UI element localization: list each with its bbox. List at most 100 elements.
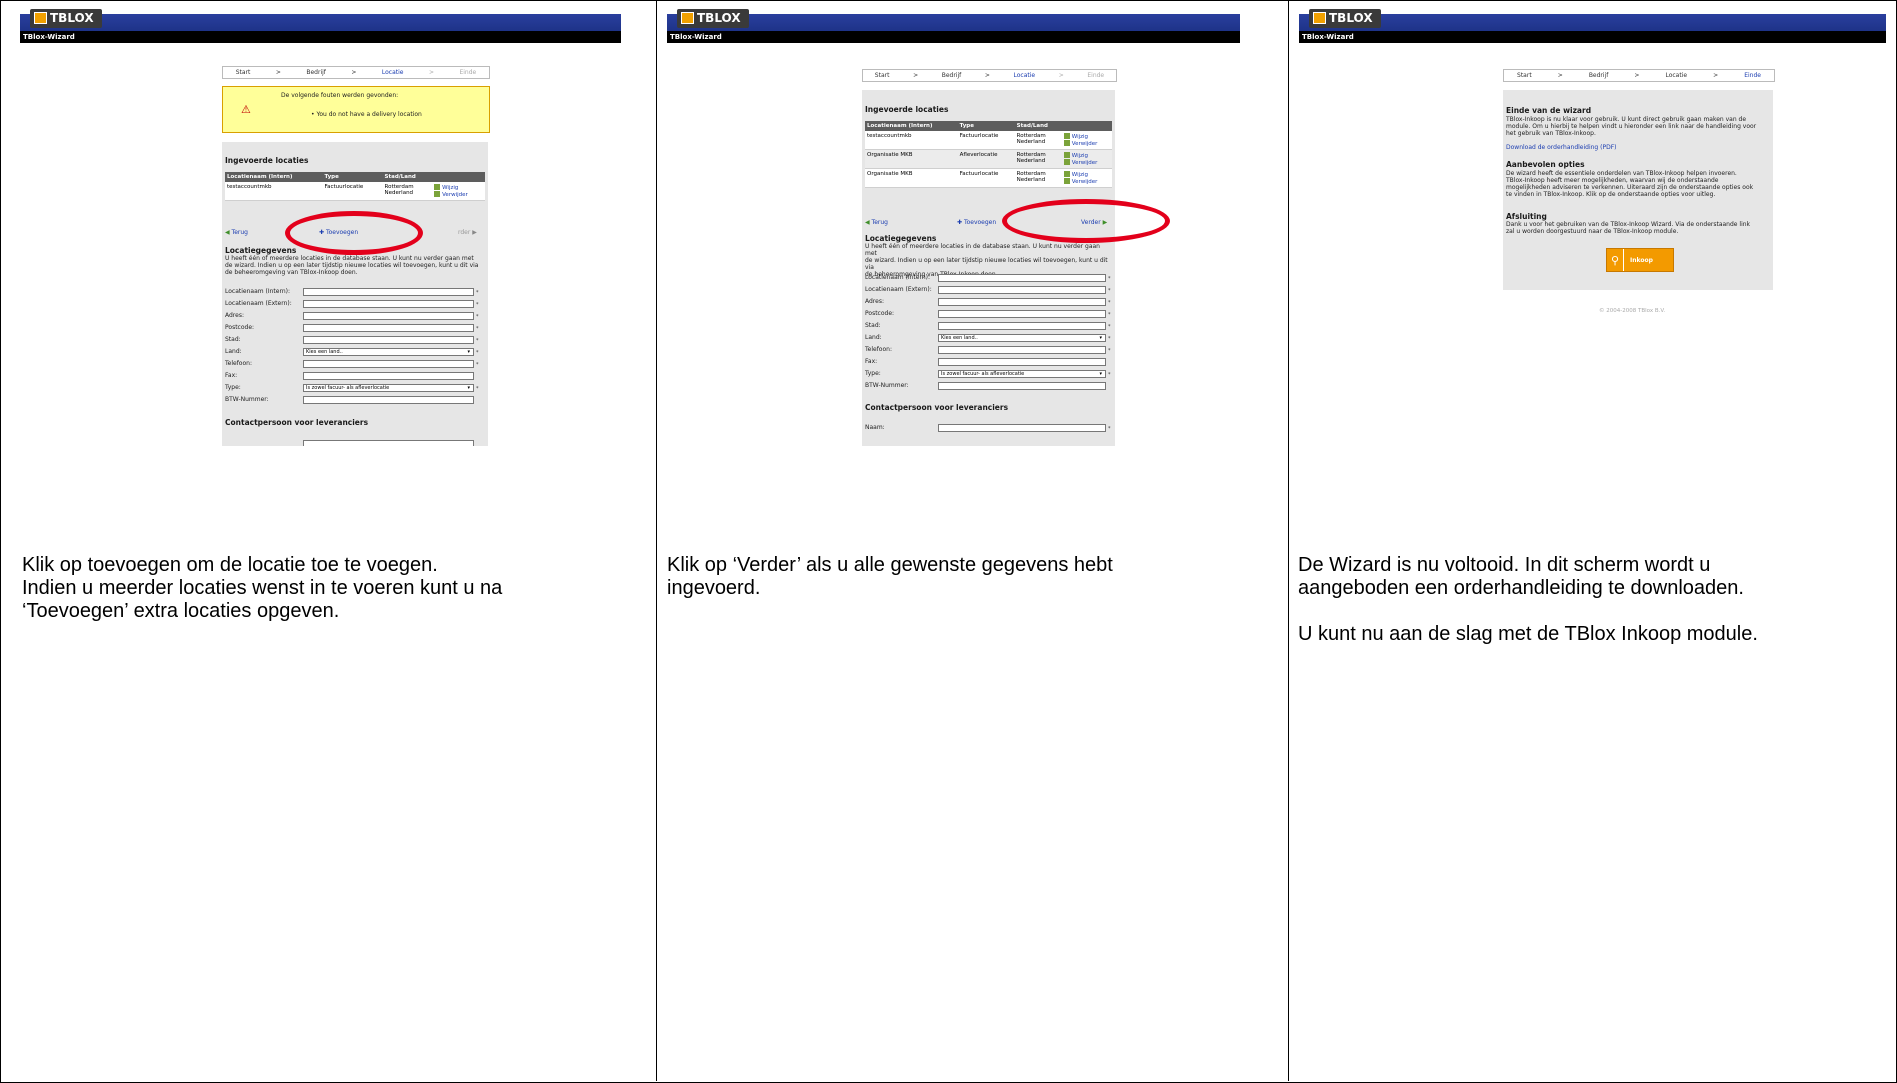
plus-icon: ✚ — [957, 219, 963, 226]
phone-input[interactable] — [938, 346, 1106, 354]
name-intern-input[interactable] — [303, 288, 474, 296]
address-input[interactable] — [938, 298, 1106, 306]
fax-input[interactable] — [938, 358, 1106, 366]
recommended-heading: Aanbevolen opties — [1506, 160, 1585, 169]
address-input[interactable] — [303, 312, 474, 320]
copyright: © 2004-2008 TBlox B.V. — [1599, 308, 1666, 314]
screenshot-1: TBLOX TBlox-Wizard Start > Bedrijf > Loc… — [20, 6, 621, 446]
contact-name-input[interactable] — [303, 440, 474, 446]
end-text: TBlox-Inkoop is nu klaar voor gebruik. U… — [1506, 116, 1757, 137]
download-manual-link[interactable]: Download de orderhandleiding (PDF) — [1506, 144, 1617, 151]
type-select[interactable]: Is zowel facuur- als afleverlocatie ▾ — [303, 384, 474, 392]
type-select[interactable]: Is zowel facuur- als afleverlocatie ▾ — [938, 370, 1106, 378]
country-select[interactable]: Kies een land.. ▾ — [938, 334, 1106, 342]
wizard-title-bar: TBlox-Wizard — [667, 31, 1240, 43]
inkoop-button[interactable]: ⚲ Inkoop — [1606, 248, 1674, 272]
step-start[interactable]: Start — [875, 72, 890, 79]
fax-input[interactable] — [303, 372, 474, 380]
step-start[interactable]: Start — [236, 69, 251, 76]
tblox-logo[interactable]: TBLOX — [1309, 9, 1381, 28]
dropdown-arrow-icon: ▾ — [467, 349, 470, 355]
app-header: TBLOX — [20, 6, 621, 31]
table-row: testaccountmkb Factuurlocatie Rotterdam N… — [225, 182, 485, 201]
logo-icon — [1313, 12, 1326, 24]
next-button-partial[interactable]: rder ▶ — [458, 229, 477, 236]
add-button[interactable]: ✚ Toevoegen — [957, 219, 996, 226]
wizard-steps: Start > Bedrijf > Locatie > Einde — [1503, 69, 1775, 82]
arrow-right-icon: ▶ — [472, 229, 477, 236]
locations-heading: Ingevoerde locaties — [225, 156, 309, 165]
country-select[interactable]: Kies een land.. ▾ — [303, 348, 474, 356]
delete-link[interactable]: Verwijder — [1072, 160, 1098, 166]
locations-heading: Ingevoerde locaties — [865, 105, 949, 114]
arrow-left-icon: ◀ — [225, 229, 230, 236]
caption-3: De Wizard is nu voltooid. In dit scherm … — [1298, 554, 1758, 645]
step-bedrijf[interactable]: Bedrijf — [306, 69, 326, 76]
edit-link[interactable]: Wijzig — [1072, 172, 1088, 178]
error-box: ⚠ De volgende fouten werden gevonden: • … — [222, 86, 490, 133]
edit-icon — [1063, 152, 1070, 158]
edit-link[interactable]: Wijzig — [1072, 153, 1088, 159]
locations-table: Locatienaam (Intern) Type Stad/Land test… — [225, 172, 485, 201]
step-einde: Einde — [1087, 72, 1105, 79]
step-start[interactable]: Start — [1517, 72, 1532, 79]
highlight-ellipse-add — [285, 211, 423, 255]
delete-link[interactable]: Verwijder — [1072, 179, 1098, 185]
magnifier-icon: ⚲ — [1607, 249, 1624, 271]
caption-2: Klik op ‘Verder’ als u alle gewenste geg… — [667, 554, 1113, 599]
step-locatie[interactable]: Locatie — [1014, 72, 1036, 79]
table-row: Organisatie MKB Afleverlocatie Rotterdam… — [865, 149, 1112, 169]
name-intern-input[interactable] — [938, 274, 1106, 282]
details-heading: Locatiegegevens — [865, 234, 937, 243]
step-locatie[interactable]: Locatie — [382, 69, 404, 76]
closing-text: Dank u voor het gebruiken van de TBlox-I… — [1506, 221, 1751, 235]
city-input[interactable] — [303, 336, 474, 344]
delete-icon — [1063, 140, 1070, 146]
postcode-input[interactable] — [303, 324, 474, 332]
tblox-logo[interactable]: TBLOX — [30, 9, 102, 28]
recommended-text: De wizard heeft de essentiele onderdelen… — [1506, 170, 1754, 198]
delete-link[interactable]: Verwijder — [442, 192, 468, 198]
arrow-left-icon: ◀ — [865, 219, 870, 226]
delete-icon — [434, 191, 441, 197]
end-heading: Einde van de wizard — [1506, 106, 1592, 115]
caption-1: Klik op toevoegen om de locatie toe te v… — [22, 554, 503, 622]
screenshot-2: TBLOX TBlox-Wizard Start > Bedrijf > Loc… — [667, 6, 1240, 446]
contact-heading: Contactpersoon voor leveranciers — [865, 403, 1009, 412]
locations-table: Locatienaam (Intern) Type Stad/Land test… — [865, 121, 1112, 188]
delete-link[interactable]: Verwijder — [1072, 141, 1098, 147]
vat-input[interactable] — [303, 396, 474, 404]
vat-input[interactable] — [938, 382, 1106, 390]
logo-icon — [34, 12, 47, 24]
details-intro: U heeft één of meerdere locaties in de d… — [225, 255, 479, 276]
step-bedrijf[interactable]: Bedrijf — [942, 72, 962, 79]
wizard-title-bar: TBlox-Wizard — [1299, 31, 1886, 43]
screenshot-3: TBLOX TBlox-Wizard Start > Bedrijf > Loc… — [1299, 6, 1886, 446]
step-bedrijf[interactable]: Bedrijf — [1589, 72, 1609, 79]
content-panel: Ingevoerde locaties Locatienaam (Intern)… — [222, 142, 488, 446]
edit-icon — [1063, 171, 1070, 177]
table-row: Organisatie MKB Factuurlocatie Rotterdam… — [865, 168, 1112, 188]
logo-icon — [681, 12, 694, 24]
postcode-input[interactable] — [938, 310, 1106, 318]
edit-link[interactable]: Wijzig — [1072, 134, 1088, 140]
back-button[interactable]: ◀ Terug — [225, 229, 248, 236]
name-extern-input[interactable] — [938, 286, 1106, 294]
edit-icon — [434, 184, 441, 190]
app-header: TBLOX — [1299, 6, 1886, 31]
phone-input[interactable] — [303, 360, 474, 368]
highlight-ellipse-next — [1002, 199, 1170, 243]
error-item: • You do not have a delivery location — [311, 111, 422, 118]
dropdown-arrow-icon: ▾ — [1099, 371, 1102, 377]
edit-link[interactable]: Wijzig — [442, 185, 458, 191]
column-divider — [1288, 0, 1289, 1081]
city-input[interactable] — [938, 322, 1106, 330]
table-row: testaccountmkb Factuurlocatie Rotterdam N… — [865, 131, 1112, 150]
contact-name-input[interactable] — [938, 424, 1106, 432]
tblox-logo[interactable]: TBLOX — [677, 9, 749, 28]
step-einde[interactable]: Einde — [1744, 72, 1761, 79]
name-extern-input[interactable] — [303, 300, 474, 308]
back-button[interactable]: ◀ Terug — [865, 219, 888, 226]
step-locatie[interactable]: Locatie — [1665, 72, 1687, 79]
details-heading: Locatiegegevens — [225, 246, 297, 255]
